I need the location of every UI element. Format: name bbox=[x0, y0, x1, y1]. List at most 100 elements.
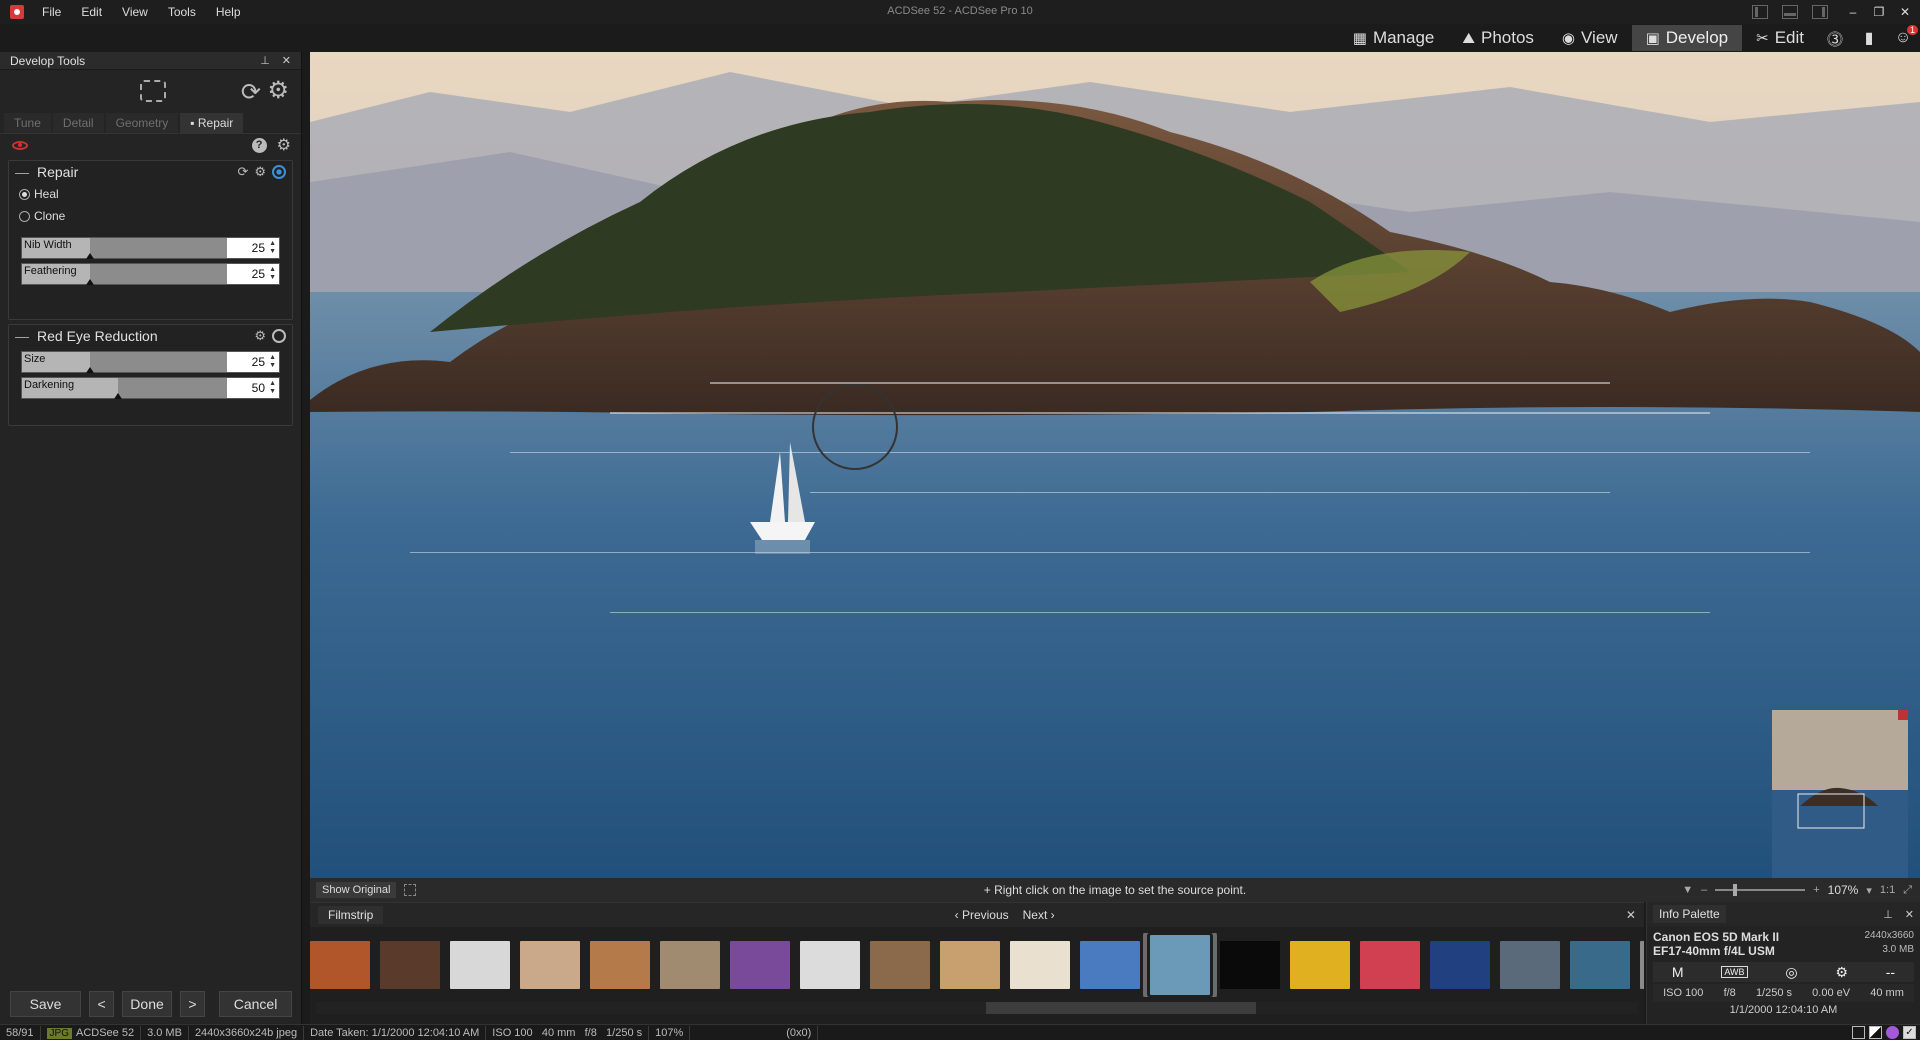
contrast-icon[interactable] bbox=[1869, 1026, 1882, 1039]
previous-button[interactable]: ‹ Previous bbox=[955, 908, 1009, 922]
filmstrip-thumbnail[interactable] bbox=[310, 941, 370, 989]
previous-image-button[interactable]: < bbox=[89, 991, 115, 1017]
tab-tune[interactable]: Tune bbox=[4, 113, 51, 133]
ratio-button[interactable]: 1:1 bbox=[1880, 884, 1895, 896]
panel-close-icon[interactable]: ✕ bbox=[282, 54, 291, 67]
filmstrip-thumbnail[interactable] bbox=[1290, 941, 1350, 989]
heal-option[interactable]: Heal bbox=[9, 183, 292, 205]
filmstrip-thumbnail[interactable] bbox=[1500, 941, 1560, 989]
reset-icon[interactable]: ⟳ bbox=[237, 164, 248, 180]
red-eye-icon[interactable] bbox=[12, 140, 28, 150]
tag-check-icon[interactable]: ✓ bbox=[1903, 1026, 1916, 1039]
365-icon[interactable]: ⓷ bbox=[1818, 26, 1852, 50]
mode-view[interactable]: ◉ View bbox=[1548, 25, 1632, 51]
filmstrip-thumbnail[interactable] bbox=[1143, 933, 1217, 997]
unchecked-icon[interactable] bbox=[1852, 1026, 1865, 1039]
slider-thumb[interactable] bbox=[86, 279, 94, 285]
histogram-icon[interactable]: ▮ bbox=[1852, 28, 1886, 48]
darkening-slider[interactable]: Darkening 50 ▲ ▼ bbox=[21, 377, 280, 399]
done-button[interactable]: Done bbox=[122, 991, 173, 1017]
focus-icon[interactable] bbox=[140, 80, 166, 102]
zoom-slider[interactable] bbox=[1715, 884, 1806, 896]
filmstrip-thumbnail[interactable] bbox=[1080, 941, 1140, 989]
help-icon[interactable]: ? bbox=[251, 137, 267, 153]
slider-thumb[interactable] bbox=[114, 393, 122, 399]
filmstrip-scrollbar[interactable] bbox=[316, 1002, 1638, 1014]
filmstrip-thumbnail[interactable] bbox=[590, 941, 650, 989]
filmstrip-thumbnail[interactable] bbox=[380, 941, 440, 989]
slider-thumb[interactable] bbox=[86, 253, 94, 259]
filmstrip-thumbnail[interactable] bbox=[1010, 941, 1070, 989]
spinner-icon[interactable]: ▲ ▼ bbox=[269, 354, 276, 370]
minimize-button[interactable]: – bbox=[1842, 5, 1864, 19]
repair-settings-icon[interactable]: ⚙ bbox=[277, 135, 291, 155]
menu-tools[interactable]: Tools bbox=[158, 0, 206, 24]
menu-help[interactable]: Help bbox=[206, 0, 251, 24]
collapse-icon[interactable]: — bbox=[15, 328, 29, 344]
reset-all-icon[interactable]: ⟳ bbox=[241, 78, 261, 107]
tab-geometry[interactable]: Geometry bbox=[105, 113, 179, 133]
notifications-icon[interactable]: ☺ 1 bbox=[1886, 25, 1920, 47]
filmstrip-thumbnail[interactable] bbox=[1430, 941, 1490, 989]
close-button[interactable]: ✕ bbox=[1894, 5, 1916, 19]
menu-view[interactable]: View bbox=[112, 0, 158, 24]
cancel-button[interactable]: Cancel bbox=[219, 991, 292, 1017]
zoom-out-icon[interactable]: – bbox=[1701, 884, 1707, 896]
red-eye-section-header[interactable]: — Red Eye Reduction ⚙ bbox=[9, 325, 292, 347]
filmstrip-thumbnail[interactable] bbox=[1360, 941, 1420, 989]
spinner-icon[interactable]: ▲ ▼ bbox=[269, 380, 276, 396]
filmstrip-thumbnail[interactable] bbox=[800, 941, 860, 989]
filmstrip-thumbnail[interactable] bbox=[660, 941, 720, 989]
color-label-icon[interactable] bbox=[1886, 1026, 1899, 1039]
slider-thumb[interactable] bbox=[86, 367, 94, 373]
image-viewer[interactable] bbox=[310, 52, 1920, 878]
filmstrip-thumbnail[interactable] bbox=[1570, 941, 1630, 989]
repair-section-header[interactable]: — Repair ⟳ ⚙ bbox=[9, 161, 292, 183]
zoom-menu-icon[interactable]: ▾ bbox=[1866, 884, 1872, 897]
collapse-icon[interactable]: — bbox=[15, 164, 29, 180]
next-image-button[interactable]: > bbox=[180, 991, 206, 1017]
menu-file[interactable]: File bbox=[32, 0, 71, 24]
pin-icon[interactable]: ⊥ bbox=[1883, 908, 1893, 921]
filmstrip-thumbnail[interactable] bbox=[450, 941, 510, 989]
gear-icon[interactable]: ⚙ bbox=[254, 164, 266, 180]
next-button[interactable]: Next › bbox=[1023, 908, 1055, 922]
zoom-in-icon[interactable]: + bbox=[1813, 884, 1819, 896]
enable-toggle-icon[interactable] bbox=[272, 329, 286, 343]
restore-button[interactable]: ❐ bbox=[1868, 5, 1890, 19]
mode-edit[interactable]: ✂ Edit bbox=[1742, 25, 1818, 51]
filmstrip-thumbnail[interactable] bbox=[1640, 941, 1644, 989]
enable-toggle-icon[interactable] bbox=[272, 165, 286, 179]
mode-develop[interactable]: ▣ Develop bbox=[1631, 25, 1743, 51]
heal-radio[interactable] bbox=[19, 188, 30, 200]
info-close-icon[interactable]: ✕ bbox=[1905, 908, 1914, 921]
gear-icon[interactable]: ⚙ bbox=[254, 328, 266, 344]
settings-gear-icon[interactable]: ⚙ bbox=[267, 76, 289, 105]
tab-detail[interactable]: Detail bbox=[52, 113, 104, 133]
filmstrip-thumbnail[interactable] bbox=[520, 941, 580, 989]
filmstrip-thumbnail[interactable] bbox=[870, 941, 930, 989]
bottom-panel-toggle-icon[interactable] bbox=[1782, 5, 1798, 19]
pin-icon[interactable]: ⊥ bbox=[260, 54, 270, 67]
navigator-close-icon[interactable] bbox=[1898, 710, 1908, 720]
mode-photos[interactable]: ⛰ Photos bbox=[1448, 25, 1548, 51]
filmstrip-thumbnail[interactable] bbox=[730, 941, 790, 989]
left-panel-toggle-icon[interactable] bbox=[1752, 5, 1768, 19]
size-slider[interactable]: Size 25 ▲ ▼ bbox=[21, 351, 280, 373]
save-button[interactable]: Save bbox=[10, 991, 82, 1017]
scrollbar-thumb[interactable] bbox=[986, 1002, 1256, 1014]
spinner-icon[interactable]: ▲ ▼ bbox=[269, 240, 276, 256]
spinner-icon[interactable]: ▲ ▼ bbox=[269, 266, 276, 282]
menu-edit[interactable]: Edit bbox=[71, 0, 112, 24]
filmstrip-close-icon[interactable]: ✕ bbox=[1626, 908, 1636, 922]
nib-width-slider[interactable]: Nib Width 25 ▲ ▼ bbox=[21, 237, 280, 259]
right-panel-toggle-icon[interactable] bbox=[1812, 5, 1828, 19]
tab-repair[interactable]: ▪ Repair bbox=[180, 113, 244, 133]
filmstrip-thumbnail[interactable] bbox=[940, 941, 1000, 989]
zoom-dropdown-icon[interactable]: ▼ bbox=[1682, 884, 1693, 896]
fit-icon[interactable]: ⤢ bbox=[1903, 884, 1912, 897]
photo-island-sailboat[interactable] bbox=[310, 52, 1920, 878]
clone-radio[interactable] bbox=[19, 210, 30, 222]
feathering-slider[interactable]: Feathering 25 ▲ ▼ bbox=[21, 263, 280, 285]
clone-option[interactable]: Clone bbox=[9, 205, 292, 227]
